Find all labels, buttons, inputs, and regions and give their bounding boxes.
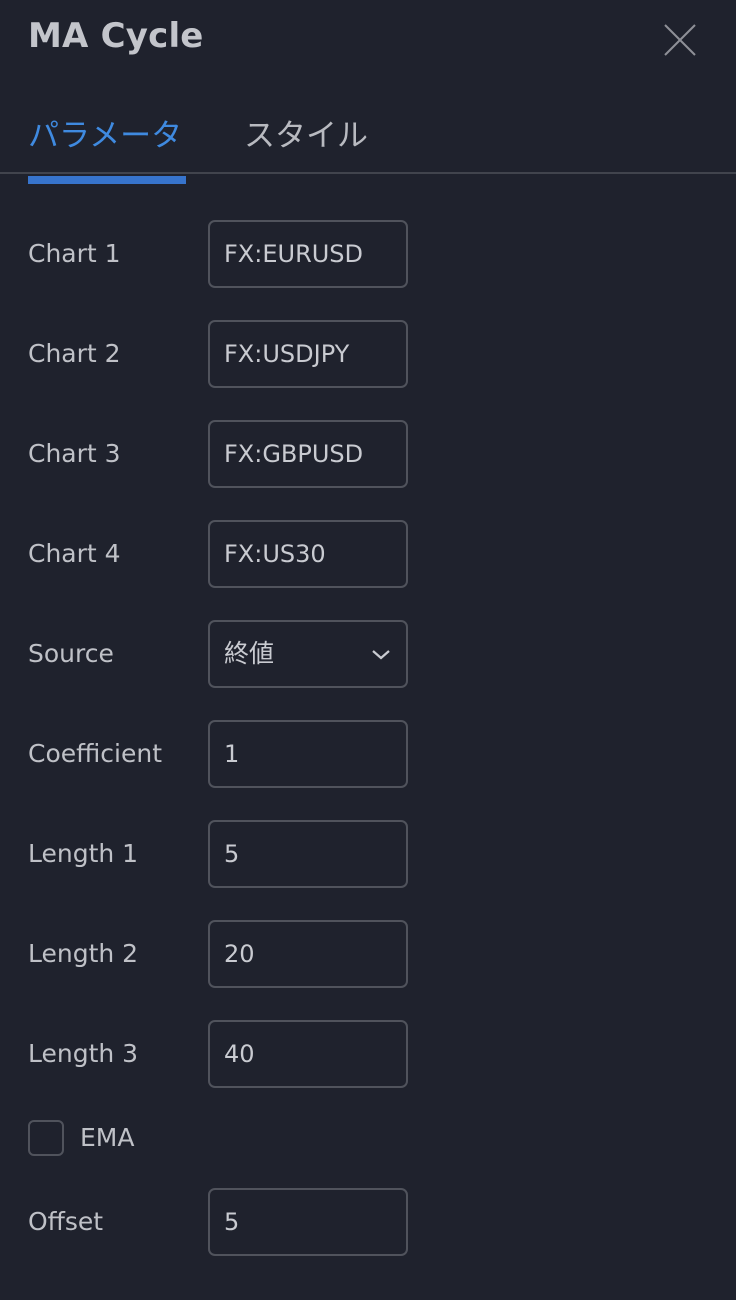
length1-input[interactable]	[210, 822, 406, 886]
ema-checkbox[interactable]	[28, 1120, 64, 1156]
row-chart2: Chart 2	[0, 320, 736, 388]
chart1-label: Chart 1	[28, 239, 121, 268]
offset-input[interactable]	[210, 1190, 406, 1254]
tab-bar: パラメータ スタイル	[0, 100, 736, 174]
coefficient-label: Coefficient	[28, 739, 163, 768]
length1-field-box	[208, 820, 408, 888]
coefficient-field-box	[208, 720, 408, 788]
row-chart4: Chart 4	[0, 520, 736, 588]
chevron-down-icon	[372, 650, 390, 660]
length2-input[interactable]	[210, 922, 406, 986]
chart1-field-box	[208, 220, 408, 288]
tab-parameters[interactable]: パラメータ	[28, 110, 182, 155]
source-label: Source	[28, 639, 114, 668]
chart1-input[interactable]	[210, 222, 406, 286]
tab-divider	[0, 172, 736, 174]
row-coefficient: Coefficient	[0, 720, 736, 788]
coefficient-input[interactable]	[210, 722, 406, 786]
close-button[interactable]	[660, 20, 700, 60]
chart3-label: Chart 3	[28, 439, 121, 468]
row-length1: Length 1	[0, 820, 736, 888]
chart2-field-box	[208, 320, 408, 388]
length3-field-box	[208, 1020, 408, 1088]
chart2-input[interactable]	[210, 322, 406, 386]
chart3-field-box	[208, 420, 408, 488]
chart2-label: Chart 2	[28, 339, 121, 368]
close-icon	[664, 24, 696, 56]
row-length2: Length 2	[0, 920, 736, 988]
row-source: Source 終値	[0, 620, 736, 688]
row-ema: EMA	[0, 1120, 736, 1156]
length3-label: Length 3	[28, 1039, 139, 1068]
row-offset: Offset	[0, 1188, 736, 1256]
chart4-label: Chart 4	[28, 539, 121, 568]
length2-field-box	[208, 920, 408, 988]
chart4-field-box	[208, 520, 408, 588]
row-chart3: Chart 3	[0, 420, 736, 488]
offset-label: Offset	[28, 1207, 104, 1236]
source-select[interactable]: 終値	[208, 620, 408, 688]
length2-label: Length 2	[28, 939, 139, 968]
chart4-input[interactable]	[210, 522, 406, 586]
ema-label[interactable]: EMA	[80, 1120, 134, 1156]
tab-style[interactable]: スタイル	[244, 110, 368, 155]
row-length3: Length 3	[0, 1020, 736, 1088]
length1-label: Length 1	[28, 839, 139, 868]
dialog-title: MA Cycle	[28, 16, 204, 56]
active-tab-indicator	[28, 176, 186, 184]
length3-input[interactable]	[210, 1022, 406, 1086]
row-chart1: Chart 1	[0, 220, 736, 288]
offset-field-box	[208, 1188, 408, 1256]
chart3-input[interactable]	[210, 422, 406, 486]
source-selected-value: 終値	[224, 639, 275, 668]
